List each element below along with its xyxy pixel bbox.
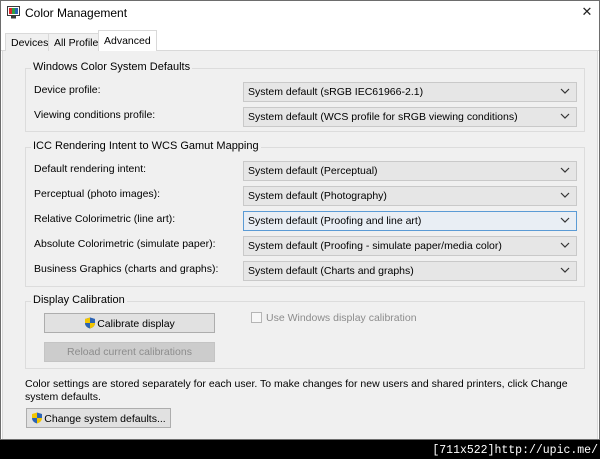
absolute-colorimetric-value: System default (Proofing - simulate pape… (248, 240, 502, 252)
display-calibration-group: Display Calibration Calibrate display Re… (25, 294, 585, 369)
advanced-panel: Windows Color System Defaults Device pro… (2, 51, 598, 439)
color-management-app-icon (7, 6, 20, 19)
tab-strip: Devices All Profiles Advanced (1, 29, 599, 52)
relative-colorimetric-select[interactable]: System default (Proofing and line art) (243, 211, 577, 231)
absolute-colorimetric-label: Absolute Colorimetric (simulate paper): (34, 238, 216, 250)
business-graphics-value: System default (Charts and graphs) (248, 265, 414, 277)
calibrate-display-label: Calibrate display (97, 318, 175, 330)
chevron-down-icon (560, 167, 570, 173)
device-profile-select[interactable]: System default (sRGB IEC61966-2.1) (243, 82, 577, 102)
viewing-conditions-label: Viewing conditions profile: (34, 109, 156, 121)
display-calibration-title: Display Calibration (31, 294, 127, 306)
watermark: [711x522]http://upic.me/ (432, 444, 598, 457)
device-profile-label: Device profile: (34, 84, 101, 96)
business-graphics-label: Business Graphics (charts and graphs): (34, 263, 219, 275)
viewing-conditions-value: System default (WCS profile for sRGB vie… (248, 111, 518, 123)
viewing-conditions-select[interactable]: System default (WCS profile for sRGB vie… (243, 107, 577, 127)
chevron-down-icon (560, 267, 570, 273)
chevron-down-icon (560, 242, 570, 248)
title-bar: Color Management ✕ (1, 1, 599, 25)
change-system-defaults-label: Change system defaults... (44, 413, 166, 425)
default-rendering-intent-value: System default (Perceptual) (248, 165, 378, 177)
wcs-defaults-group: Windows Color System Defaults Device pro… (25, 61, 585, 132)
relative-colorimetric-label: Relative Colorimetric (line art): (34, 213, 176, 225)
uac-shield-icon (32, 412, 43, 424)
color-management-window: Color Management ✕ Devices All Profiles … (0, 0, 600, 440)
business-graphics-select[interactable]: System default (Charts and graphs) (243, 261, 577, 281)
change-system-defaults-button[interactable]: Change system defaults... (26, 408, 171, 428)
reload-calibrations-button[interactable]: Reload current calibrations (44, 342, 215, 362)
wcs-defaults-title: Windows Color System Defaults (31, 61, 193, 73)
chevron-down-icon (560, 217, 570, 223)
use-windows-calibration-checkbox[interactable]: Use Windows display calibration (251, 312, 417, 326)
reload-calibrations-label: Reload current calibrations (67, 346, 192, 358)
tab-advanced[interactable]: Advanced (98, 30, 157, 52)
perceptual-label: Perceptual (photo images): (34, 188, 161, 200)
tab-devices[interactable]: Devices (5, 33, 55, 51)
perceptual-select[interactable]: System default (Photography) (243, 186, 577, 206)
relative-colorimetric-value: System default (Proofing and line art) (248, 215, 422, 227)
uac-shield-icon (85, 317, 96, 329)
chevron-down-icon (560, 113, 570, 119)
icc-mapping-title: ICC Rendering Intent to WCS Gamut Mappin… (31, 140, 261, 152)
default-rendering-intent-select[interactable]: System default (Perceptual) (243, 161, 577, 181)
calibrate-display-button[interactable]: Calibrate display (44, 313, 215, 333)
close-button[interactable]: ✕ (575, 1, 599, 23)
absolute-colorimetric-select[interactable]: System default (Proofing - simulate pape… (243, 236, 577, 256)
icc-mapping-group: ICC Rendering Intent to WCS Gamut Mappin… (25, 140, 585, 287)
default-rendering-intent-label: Default rendering intent: (34, 163, 147, 175)
close-icon: ✕ (581, 4, 593, 19)
device-profile-value: System default (sRGB IEC61966-2.1) (248, 86, 424, 98)
checkbox-box[interactable] (251, 312, 262, 323)
use-windows-calibration-label: Use Windows display calibration (266, 312, 417, 324)
perceptual-value: System default (Photography) (248, 190, 387, 202)
settings-note: Color settings are stored separately for… (25, 378, 568, 403)
window-title: Color Management (25, 6, 128, 20)
chevron-down-icon (560, 192, 570, 198)
chevron-down-icon (560, 88, 570, 94)
